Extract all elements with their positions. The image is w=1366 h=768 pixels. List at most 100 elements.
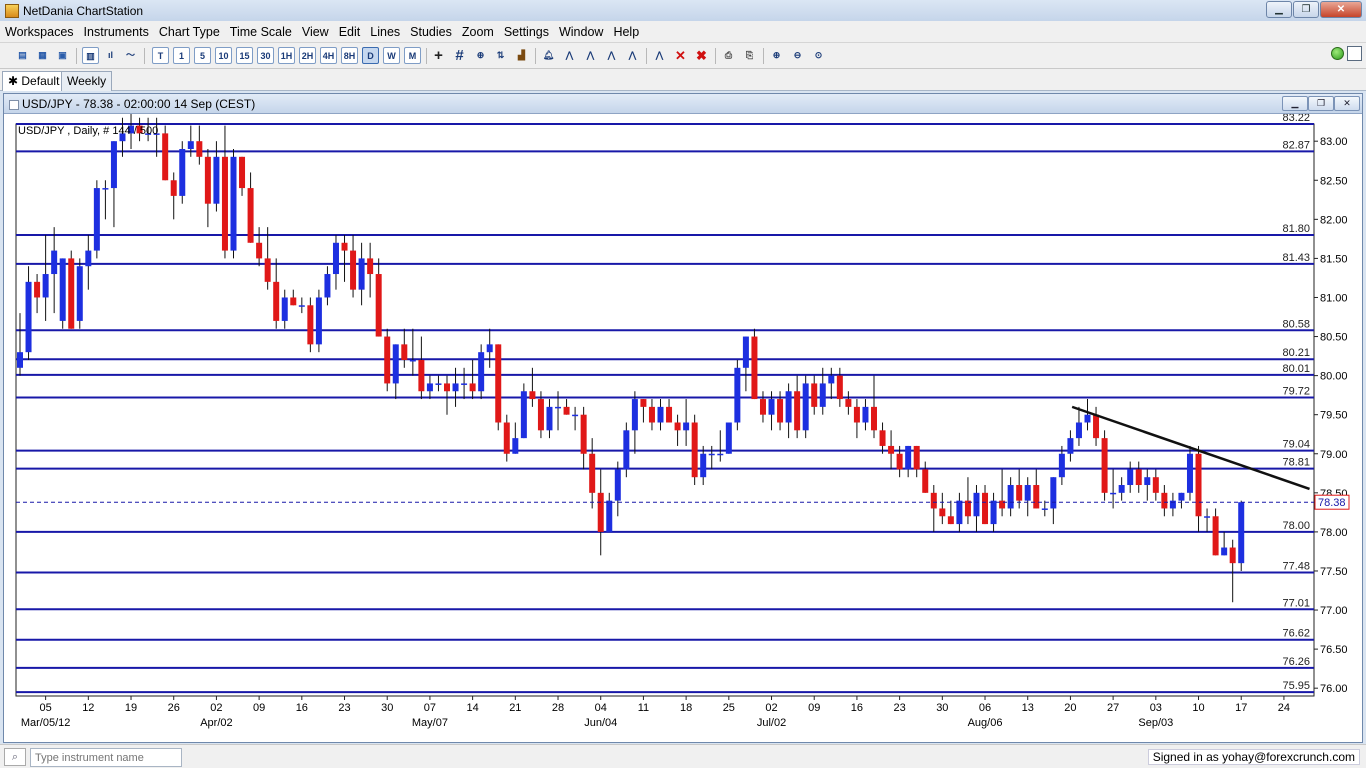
candle-body — [555, 406, 562, 409]
candle-body — [913, 445, 920, 470]
candle-body — [1204, 516, 1211, 518]
period-30m-button[interactable]: 30 — [257, 47, 274, 64]
fib-tool-icon[interactable]: ⋀ — [624, 47, 641, 64]
trendline-tool-icon[interactable]: ⋀ — [561, 47, 578, 64]
menu-view[interactable]: View — [297, 22, 334, 42]
period-monthly-button[interactable]: M — [404, 47, 421, 64]
print-preview-icon[interactable]: ⎘ — [741, 47, 758, 64]
period-weekly-button[interactable]: W — [383, 47, 400, 64]
status-bar: ⌕ Signed in as yohay@forexcrunch.com — [0, 744, 1366, 768]
info-icon[interactable]: ⊕ — [472, 47, 489, 64]
month-label: Jun/04 — [584, 717, 617, 729]
tab-weekly[interactable]: Weekly — [61, 71, 113, 91]
period-15m-button[interactable]: 15 — [236, 47, 253, 64]
volume-icon[interactable]: ▟ — [513, 47, 530, 64]
period-10m-button[interactable]: 10 — [215, 47, 232, 64]
period-5m-button[interactable]: 5 — [194, 47, 211, 64]
chart-minimize-button[interactable]: ▁ — [1282, 96, 1308, 111]
period-8h-button[interactable]: 8H — [341, 47, 358, 64]
menu-settings[interactable]: Settings — [499, 22, 554, 42]
zoom-out-icon[interactable]: ⊖ — [789, 47, 806, 64]
new-chart-icon[interactable]: ▤ — [14, 47, 31, 64]
candle-body — [606, 500, 613, 532]
hline-tool-icon[interactable]: ⋀ — [582, 47, 599, 64]
period-1m-button[interactable]: 1 — [173, 47, 190, 64]
period-daily-button[interactable]: D — [362, 47, 379, 64]
menu-workspaces[interactable]: Workspaces — [0, 22, 79, 42]
instrument-search-icon[interactable]: ⌕ — [4, 748, 26, 766]
candle-chart-icon[interactable]: ▥ — [82, 47, 99, 64]
candle-body — [862, 406, 869, 423]
save-icon[interactable]: ▣ — [54, 47, 71, 64]
alert-bell-icon[interactable]: 🔔︎ — [540, 47, 557, 64]
candle-body — [1118, 485, 1125, 493]
print-icon[interactable]: ⎙ — [720, 47, 737, 64]
y-tick-label: 77.50 — [1320, 566, 1348, 578]
delete-all-icon[interactable]: ✖ — [693, 47, 710, 64]
chart-close-button[interactable]: ✕ — [1334, 96, 1360, 111]
period-2h-button[interactable]: 2H — [299, 47, 316, 64]
open-icon[interactable]: ▦ — [34, 47, 51, 64]
candle-body — [401, 344, 408, 360]
candle-body — [162, 133, 169, 181]
candle-body — [59, 258, 66, 321]
candle-body — [196, 141, 203, 157]
candle-body — [452, 383, 459, 392]
candle-body — [580, 414, 587, 454]
connection-status-icon — [1331, 47, 1344, 60]
panel-icon[interactable] — [1347, 46, 1362, 61]
candle-body — [358, 258, 365, 290]
studies-icon[interactable]: ⇅ — [492, 47, 509, 64]
menu-zoom[interactable]: Zoom — [457, 22, 499, 42]
level-label: 79.72 — [1282, 385, 1310, 397]
candle-body — [811, 383, 818, 407]
candle-body — [110, 141, 117, 189]
candle-body — [1024, 485, 1031, 501]
menu-edit[interactable]: Edit — [334, 22, 366, 42]
x-tick-label: 16 — [851, 702, 863, 714]
candle-body — [34, 281, 41, 298]
menu-instruments[interactable]: Instruments — [79, 22, 154, 42]
candle-body — [785, 391, 792, 423]
channel-tool-icon[interactable]: ⋀ — [603, 47, 620, 64]
maximize-button[interactable]: ❐ — [1293, 1, 1319, 18]
candle-body — [836, 375, 843, 400]
crosshair-icon[interactable]: + — [430, 47, 447, 64]
x-tick-label: 14 — [466, 702, 478, 714]
grid-icon[interactable]: # — [451, 47, 468, 64]
period-4h-button[interactable]: 4H — [320, 47, 337, 64]
line-chart-icon[interactable]: 〜 — [122, 47, 139, 64]
menu-window[interactable]: Window — [554, 22, 608, 42]
candle-body — [375, 274, 382, 337]
period-1h-button[interactable]: 1H — [278, 47, 295, 64]
tab-default[interactable]: ✱ Default — [2, 71, 66, 91]
period-tick-button[interactable]: T — [152, 47, 169, 64]
window-title: NetDania ChartStation — [23, 3, 144, 18]
draw-tool-icon[interactable]: ⋀ — [651, 47, 668, 64]
candle-body — [853, 406, 860, 423]
candle-body — [794, 391, 801, 431]
minimize-button[interactable]: ▁ — [1266, 1, 1292, 18]
menu-studies[interactable]: Studies — [405, 22, 457, 42]
menu-lines[interactable]: Lines — [365, 22, 405, 42]
close-button[interactable]: ✕ — [1320, 1, 1362, 18]
instrument-search-input[interactable] — [30, 748, 182, 767]
candlestick-chart[interactable]: 83.00 82.50 82.00 81.50 81.00 80.50 80.00 79.50… — [4, 114, 1362, 742]
zoom-in-icon[interactable]: ⊕ — [768, 47, 785, 64]
bar-chart-icon[interactable]: ıl — [102, 47, 119, 64]
menu-time-scale[interactable]: Time Scale — [225, 22, 297, 42]
y-tick-label: 79.00 — [1320, 449, 1348, 461]
menu-chart-type[interactable]: Chart Type — [154, 22, 225, 42]
candle-body — [273, 281, 280, 321]
candle-body — [1135, 469, 1142, 486]
delete-icon[interactable]: ✕ — [672, 47, 689, 64]
level-label: 77.01 — [1282, 597, 1310, 609]
candle-body — [1067, 438, 1074, 454]
candle-body — [964, 500, 971, 517]
zoom-reset-icon[interactable]: ⊙ — [810, 47, 827, 64]
candle-body — [589, 453, 596, 493]
x-tick-label: 19 — [125, 702, 137, 714]
menu-help[interactable]: Help — [608, 22, 644, 42]
chart-restore-button[interactable]: ❐ — [1308, 96, 1334, 111]
candle-body — [922, 469, 929, 493]
